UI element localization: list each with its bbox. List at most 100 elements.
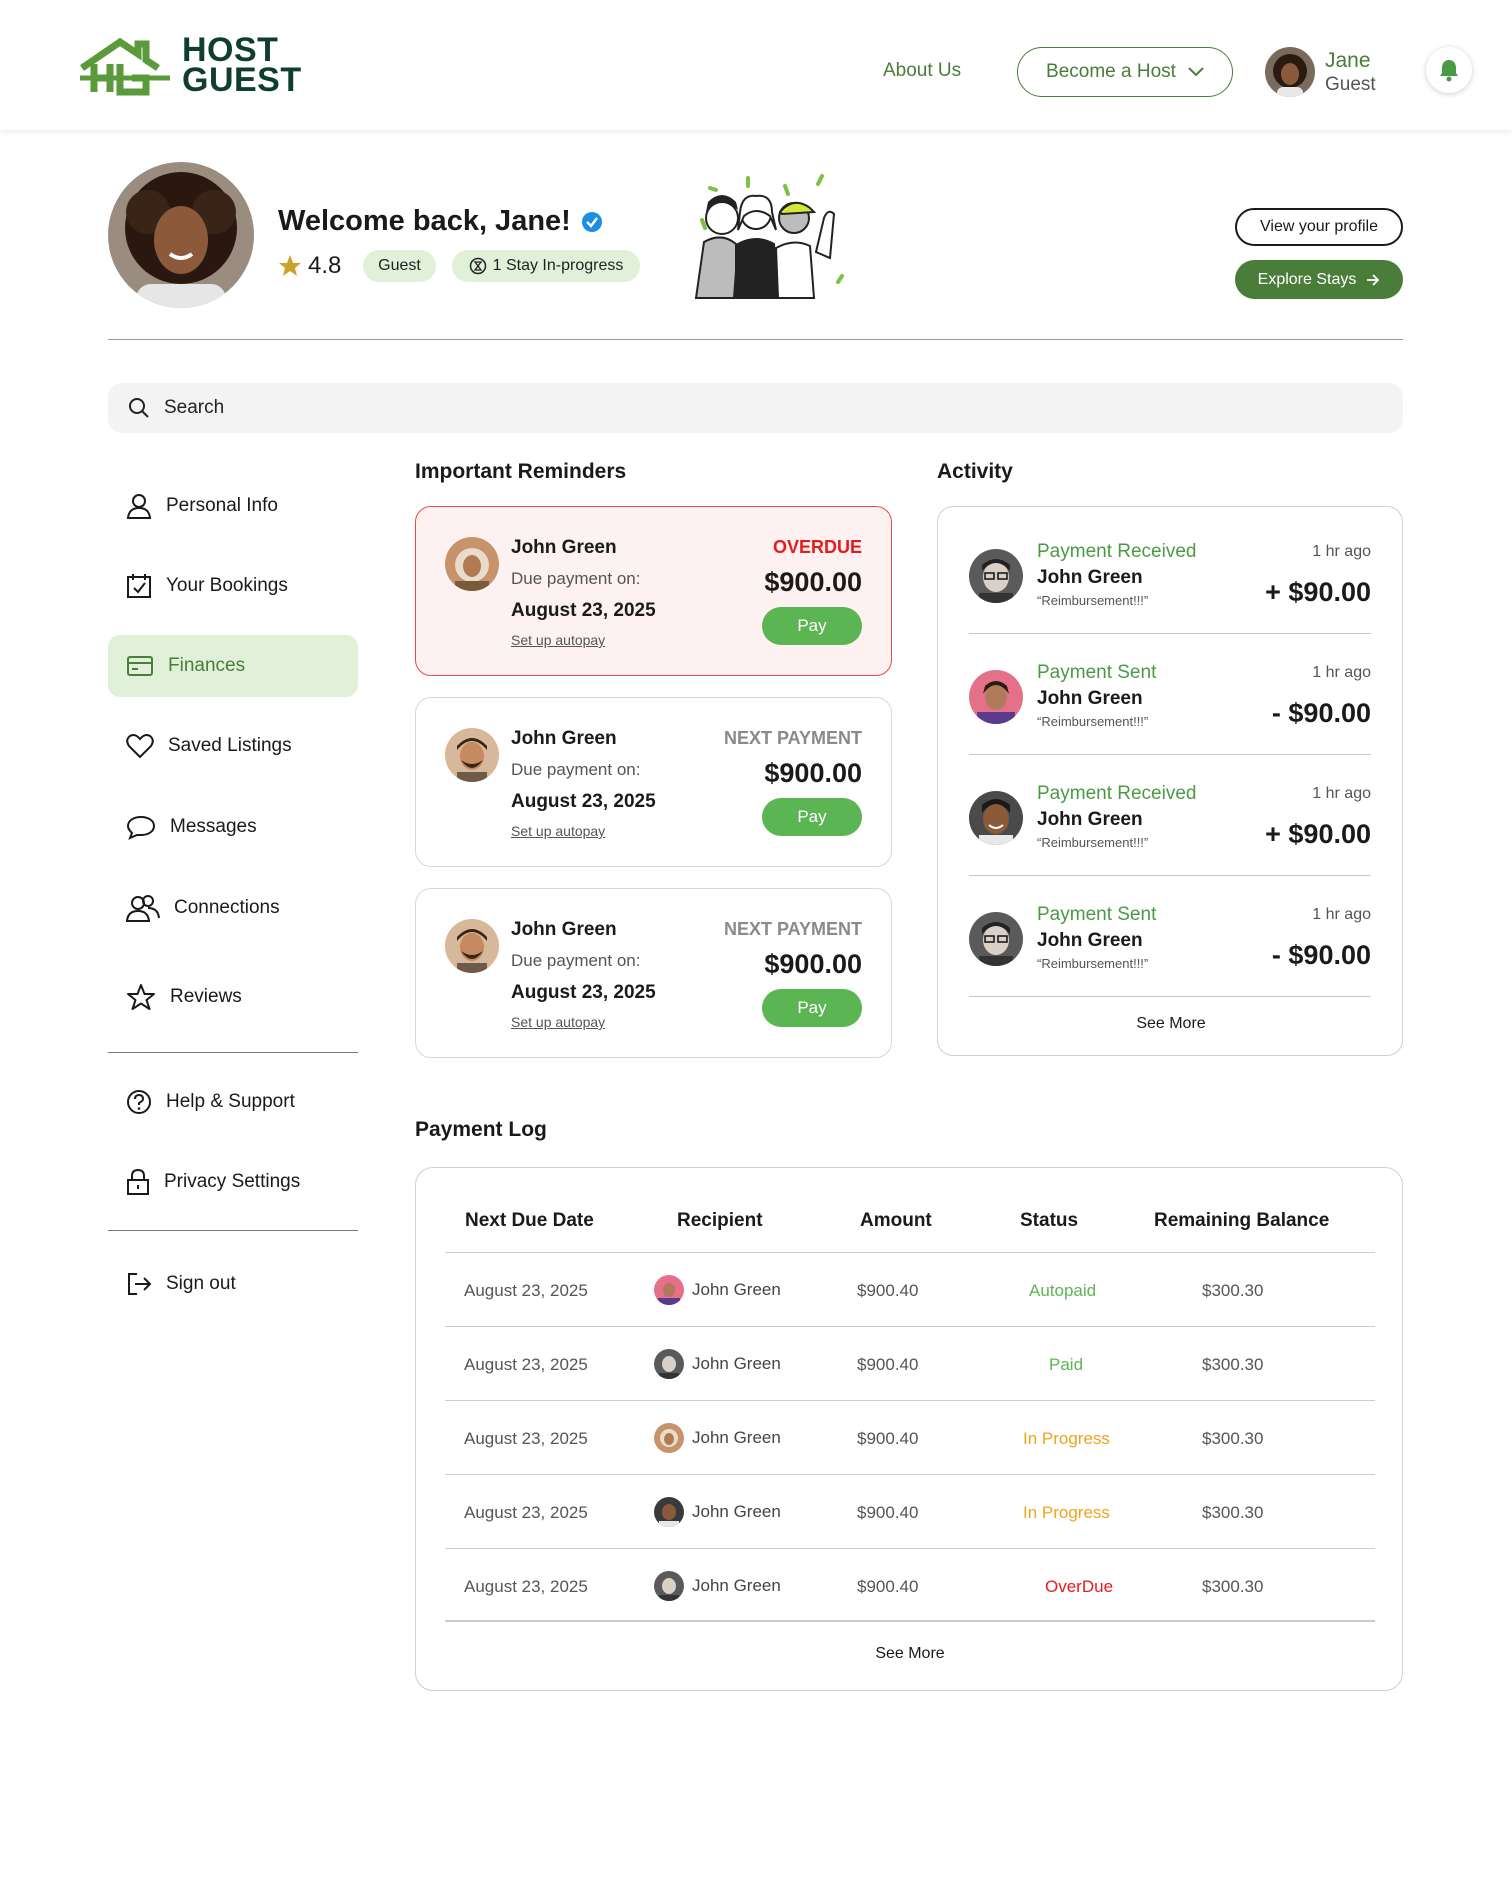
sidebar-item-reviews[interactable]: Reviews: [108, 966, 358, 1028]
avatar-john-smile-icon: [654, 1497, 684, 1527]
explore-stays-button[interactable]: Explore Stays: [1235, 260, 1403, 299]
reminder-due-label: Due payment on:: [511, 569, 641, 588]
pay-button[interactable]: Pay: [762, 798, 862, 836]
recipient-name: John Green: [692, 1502, 781, 1521]
sidebar-item-label: Privacy Settings: [164, 1171, 301, 1192]
calendar-check-icon: [127, 574, 151, 598]
search-bar[interactable]: [108, 383, 1403, 433]
user-menu[interactable]: Jane Guest: [1325, 49, 1376, 97]
welcome-text: Welcome back, Jane!: [278, 205, 571, 237]
sidebar-item-label: Reviews: [170, 986, 242, 1007]
user-rating: 4.8: [278, 252, 341, 280]
reminder-name: John Green: [511, 537, 617, 558]
cell-amount: $900.40: [857, 1355, 919, 1374]
rating-value: 4.8: [308, 252, 342, 279]
become-host-button[interactable]: Become a Host: [1017, 47, 1233, 97]
avatar: [969, 912, 1023, 966]
logo-line-guest: GUEST: [182, 61, 302, 99]
sidebar-item-sign-out[interactable]: Sign out: [108, 1253, 358, 1315]
activity-amount: + $90.00: [1265, 819, 1371, 849]
avatar-john-glasses-icon: [969, 912, 1023, 966]
cell-amount: $900.40: [857, 1503, 919, 1522]
person-icon: [126, 494, 152, 519]
activity-item[interactable]: Payment Sent John Green “Reimbursement!!…: [969, 876, 1371, 997]
star-filled-icon: [279, 255, 301, 276]
reminder-amount: $900.00: [764, 567, 862, 597]
user-name: Jane: [1325, 49, 1371, 72]
search-input[interactable]: [164, 397, 564, 419]
lock-icon: [127, 1168, 149, 1195]
profile-divider: [108, 339, 1403, 340]
activity-name: John Green: [1037, 688, 1143, 709]
activity-note: “Reimbursement!!!”: [1037, 956, 1149, 971]
setup-autopay-link[interactable]: Set up autopay: [511, 632, 605, 648]
sidebar-item-connections[interactable]: Connections: [108, 877, 358, 939]
user-avatar[interactable]: [1265, 47, 1315, 97]
activity-amount: + $90.00: [1265, 577, 1371, 607]
table-row[interactable]: August 23, 2025 John Green $900.40 OverD…: [445, 1548, 1375, 1622]
cell-balance: $300.30: [1202, 1429, 1264, 1448]
host-guest-logo[interactable]: HOST GUEST: [80, 30, 302, 100]
activity-item[interactable]: Payment Sent John Green “Reimbursement!!…: [969, 634, 1371, 755]
activity-time: 1 hr ago: [1312, 664, 1371, 681]
pay-button[interactable]: Pay: [762, 989, 862, 1027]
sidebar-item-messages[interactable]: Messages: [108, 796, 358, 858]
sidebar-item-label: Saved Listings: [168, 735, 292, 756]
sidebar-item-privacy-settings[interactable]: Privacy Settings: [108, 1151, 358, 1213]
table-row[interactable]: August 23, 2025 John Green $900.40 Autop…: [445, 1252, 1375, 1326]
heart-icon: [126, 734, 154, 759]
setup-autopay-link[interactable]: Set up autopay: [511, 1014, 605, 1030]
activity-type: Payment Received: [1037, 783, 1197, 804]
pay-button[interactable]: Pay: [762, 607, 862, 645]
avatar-john-hijab-icon: [445, 537, 499, 591]
cell-status: In Progress: [1023, 1429, 1110, 1448]
activity-item[interactable]: Payment Received John Green “Reimburseme…: [969, 755, 1371, 876]
cell-date: August 23, 2025: [464, 1577, 588, 1596]
activity-name: John Green: [1037, 930, 1143, 951]
cell-amount: $900.40: [857, 1429, 919, 1448]
cell-date: August 23, 2025: [464, 1281, 588, 1300]
avatar-john-smile-icon: [969, 791, 1023, 845]
cell-status: In Progress: [1023, 1503, 1110, 1522]
payment-log-see-more-link[interactable]: See More: [416, 1645, 1404, 1663]
verified-badge-icon: [581, 211, 602, 232]
avatar-john-glasses-icon: [969, 549, 1023, 603]
reminder-date: August 23, 2025: [511, 600, 656, 621]
notification-button[interactable]: [1426, 47, 1472, 93]
column-header: Remaining Balance: [1154, 1210, 1330, 1231]
sidebar-item-your-bookings[interactable]: Your Bookings: [108, 555, 358, 617]
cell-status: Paid: [1049, 1355, 1084, 1374]
sidebar-item-label: Help & Support: [166, 1091, 295, 1112]
activity-item[interactable]: Payment Received John Green “Reimburseme…: [969, 513, 1371, 634]
sidebar-item-finances[interactable]: Finances: [108, 635, 358, 697]
sidebar-item-personal-info[interactable]: Personal Info: [108, 475, 358, 537]
recipient-name: John Green: [692, 1576, 781, 1595]
table-bottom-divider: [445, 1620, 1375, 1622]
activity-amount: - $90.00: [1271, 940, 1371, 970]
avatar-john-pink-icon: [969, 670, 1023, 724]
reminder-name: John Green: [511, 919, 617, 940]
view-profile-button[interactable]: View your profile: [1235, 208, 1403, 246]
avatar: [969, 791, 1023, 845]
sidebar-item-saved-listings[interactable]: Saved Listings: [108, 715, 358, 777]
table-row[interactable]: August 23, 2025 John Green $900.40 In Pr…: [445, 1400, 1375, 1474]
setup-autopay-link[interactable]: Set up autopay: [511, 823, 605, 839]
avatar: [654, 1423, 684, 1453]
avatar: [654, 1275, 684, 1305]
sidebar-item-label: Finances: [168, 655, 246, 676]
table-row[interactable]: August 23, 2025 John Green $900.40 Paid …: [445, 1326, 1375, 1400]
sidebar-item-help-support[interactable]: Help & Support: [108, 1071, 358, 1133]
nav-about-us[interactable]: About Us: [883, 60, 961, 82]
welcome-heading: Welcome back, Jane!: [278, 205, 603, 238]
activity-type: Payment Sent: [1037, 904, 1157, 925]
avatar-john-hijab-icon: [654, 1423, 684, 1453]
cell-date: August 23, 2025: [464, 1355, 588, 1374]
activity-see-more-link[interactable]: See More: [938, 1015, 1404, 1033]
become-host-label: Become a Host: [1046, 61, 1176, 82]
table-row[interactable]: August 23, 2025 John Green $900.40 In Pr…: [445, 1474, 1375, 1548]
activity-note: “Reimbursement!!!”: [1037, 593, 1149, 608]
reminder-status: NEXT PAYMENT: [723, 728, 862, 748]
avatar: [969, 670, 1023, 724]
avatar-john-pink-icon: [654, 1275, 684, 1305]
profile-avatar: [108, 162, 254, 308]
